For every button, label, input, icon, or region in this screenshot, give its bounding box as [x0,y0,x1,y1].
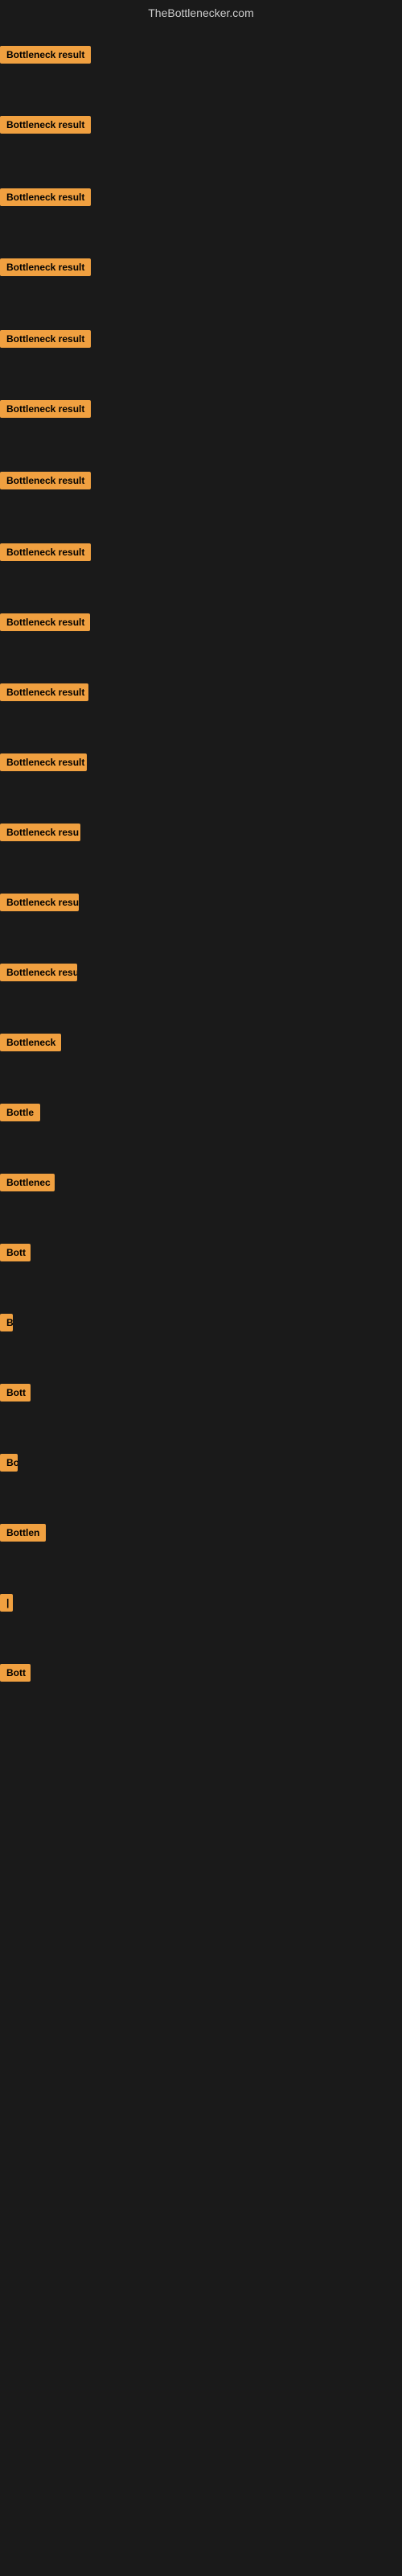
bottleneck-badge-container: Bottleneck result [0,613,90,635]
bottleneck-badge-container: Bottleneck resu [0,964,77,985]
bottleneck-result-badge[interactable]: Bottleneck resu [0,964,77,981]
bottleneck-result-badge[interactable]: Bottleneck result [0,753,87,771]
bottleneck-badge-container: Bottleneck result [0,188,91,210]
bottleneck-result-badge[interactable]: Bottleneck [0,1034,61,1051]
bottleneck-badge-container: Bottleneck result [0,472,91,493]
bottleneck-result-badge[interactable]: Bottleneck resu [0,824,80,841]
bottleneck-badge-container: Bottleneck result [0,543,91,565]
bottleneck-badge-container: Bottleneck result [0,258,91,280]
bottleneck-badge-container: B [0,1314,11,1335]
bottleneck-badge-container: Bottleneck [0,1034,61,1055]
bottleneck-badge-container: Bottleneck result [0,400,91,422]
bottleneck-badge-container: Bott [0,1384,31,1406]
bottleneck-result-badge[interactable]: Bottleneck result [0,683,88,701]
bottleneck-badge-container: Bottleneck result [0,116,91,138]
bottleneck-result-badge[interactable]: Bott [0,1384,31,1402]
bottleneck-result-badge[interactable]: | [0,1594,13,1612]
bottleneck-badge-container: Bottlenec [0,1174,55,1195]
bottleneck-result-badge[interactable]: Bottleneck result [0,46,91,64]
bottleneck-result-badge[interactable]: Bottlenec [0,1174,55,1191]
bottleneck-result-badge[interactable]: Bottlen [0,1524,46,1542]
bottleneck-badge-container: | [0,1594,6,1616]
bottleneck-result-badge[interactable]: Bott [0,1664,31,1682]
bottleneck-result-badge[interactable]: Bottleneck resu [0,894,79,911]
bottleneck-result-badge[interactable]: Bott [0,1244,31,1261]
bottleneck-result-badge[interactable]: Bottleneck result [0,116,91,134]
bottleneck-result-badge[interactable]: Bottleneck result [0,472,91,489]
bottleneck-result-badge[interactable]: Bottleneck result [0,258,91,276]
bottleneck-badge-container: Bottleneck result [0,753,87,775]
bottleneck-result-badge[interactable]: Bottleneck result [0,330,91,348]
bottleneck-result-badge[interactable]: Bottleneck result [0,543,91,561]
bottleneck-result-badge[interactable]: B [0,1314,13,1331]
bottleneck-result-badge[interactable]: Bottleneck result [0,613,90,631]
bottleneck-badge-container: Bottleneck resu [0,824,80,845]
bottleneck-badge-container: Bottleneck result [0,46,91,68]
bottleneck-badge-container: Bott [0,1244,31,1265]
bottleneck-badge-container: Bottlen [0,1524,46,1546]
bottleneck-badge-container: Bottleneck resu [0,894,79,915]
bottleneck-result-badge[interactable]: Bottleneck result [0,188,91,206]
bottleneck-badge-container: Bott [0,1664,31,1686]
bottleneck-badge-container: Bottle [0,1104,40,1125]
bottleneck-result-badge[interactable]: Bottle [0,1104,40,1121]
bottleneck-badge-container: Bottleneck result [0,330,91,352]
site-title: TheBottlenecker.com [0,0,402,26]
bottleneck-result-badge[interactable]: Bottleneck result [0,400,91,418]
bottleneck-badge-container: Bo [0,1454,18,1476]
bottleneck-result-badge[interactable]: Bo [0,1454,18,1472]
bottleneck-badge-container: Bottleneck result [0,683,88,705]
